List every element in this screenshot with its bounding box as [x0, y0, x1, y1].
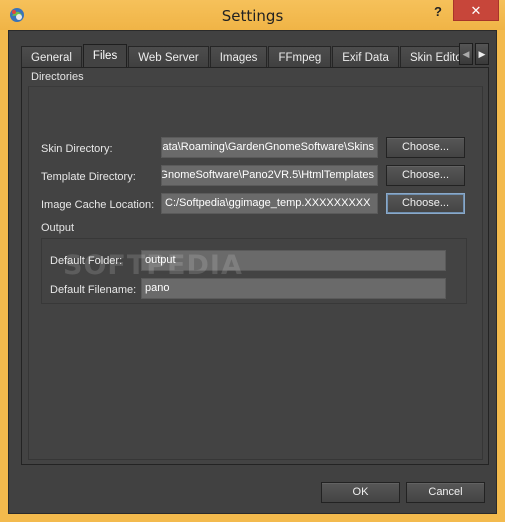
close-icon: ✕	[470, 3, 482, 18]
image-cache-location-field[interactable]: C:/Softpedia\ggimage_temp.XXXXXXXXX	[161, 193, 378, 214]
skin-directory-label: Skin Directory:	[41, 143, 113, 155]
tab-bar: General Files Web Server Images FFmpeg Exif D…	[21, 44, 461, 68]
tab-general[interactable]: General	[21, 46, 82, 68]
tab-ffmpeg[interactable]: FFmpeg	[268, 46, 332, 68]
template-directory-field[interactable]: \GardenGnomeSoftware\Pano2VR.5\HtmlTempl…	[161, 165, 378, 186]
template-directory-value: \GardenGnomeSoftware\Pano2VR.5\HtmlTempl…	[162, 169, 374, 181]
skin-directory-value: \AppData\Roaming\GardenGnomeSoftware\Ski…	[162, 141, 374, 153]
template-directory-choose-button[interactable]: Choose...	[386, 165, 465, 186]
settings-window: Settings ? ✕ General Files Web Server Image…	[0, 0, 505, 522]
tab-images[interactable]: Images	[209, 46, 268, 68]
help-button[interactable]: ?	[425, 2, 451, 22]
tab-web-server[interactable]: Web Server	[128, 46, 209, 68]
template-directory-label: Template Directory:	[41, 171, 136, 183]
tab-files[interactable]: Files	[82, 44, 128, 68]
tab-scroll-right-button[interactable]: ▶	[475, 43, 489, 65]
chevron-left-icon: ◀	[462, 49, 470, 59]
directories-heading: Directories	[31, 71, 84, 83]
close-button[interactable]: ✕	[453, 0, 499, 21]
output-heading: Output	[41, 222, 75, 234]
tab-skin-editor[interactable]: Skin Editor	[399, 46, 461, 68]
files-tab-page: Directories Skin Directory: \AppData\Roa…	[21, 67, 489, 465]
default-filename-label: Default Filename:	[50, 284, 137, 296]
tab-exif-data[interactable]: Exif Data	[332, 46, 399, 68]
title-bar[interactable]: Settings ? ✕	[0, 0, 505, 30]
dialog-body: General Files Web Server Images FFmpeg Exif D…	[8, 30, 497, 514]
chevron-right-icon: ▶	[478, 49, 486, 59]
skin-directory-choose-button[interactable]: Choose...	[386, 137, 465, 158]
skin-directory-field[interactable]: \AppData\Roaming\GardenGnomeSoftware\Ski…	[161, 137, 378, 158]
tab-scroll-left-button[interactable]: ◀	[459, 43, 473, 65]
cancel-button[interactable]: Cancel	[406, 482, 485, 503]
image-cache-choose-button[interactable]: Choose...	[386, 193, 465, 214]
image-cache-location-label: Image Cache Location:	[41, 199, 155, 211]
default-filename-field[interactable]: pano	[141, 278, 446, 299]
softpedia-watermark: SOFTPEDIA	[63, 250, 243, 281]
ok-button[interactable]: OK	[321, 482, 400, 503]
